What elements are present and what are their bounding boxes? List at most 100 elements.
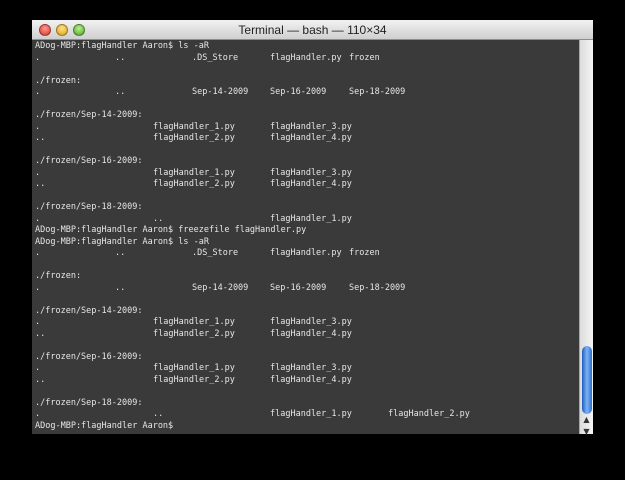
terminal-text: .. [35,133,46,143]
terminal-text: ./frozen/Sep-14-2009: [35,305,143,316]
terminal-text: ADog-MBP:flagHandler Aaron$ ls -aR [35,236,209,247]
terminal-text: . [35,282,41,293]
terminal-line: ... flagHandler_1.py [35,214,579,226]
terminal-text: ./frozen: [35,75,82,86]
terminal-text: flagHandler_1.py [153,121,235,132]
terminal-text: flagHandler.py [270,52,342,63]
terminal-text: . [35,121,41,132]
terminal-line: ... flagHandler_1.py flagHandler_2.py [35,409,579,421]
terminal-line: .. flagHandler_2.py flagHandler_4.py [35,133,579,145]
terminal-line: ./frozen/Sep-16-2009: [35,352,579,364]
terminal-text: flagHandler_4.py [270,179,352,189]
terminal-text: .DS_Store [192,248,239,258]
terminal-text: frozen [349,52,380,63]
terminal-text: . [35,52,41,63]
terminal-line: .. flagHandler_2.py flagHandler_4.py [35,329,579,341]
terminal-text: . [35,317,41,327]
terminal-line: . flagHandler_1.py flagHandler_3.py [35,363,579,375]
terminal-text: flagHandler_2.py [153,179,235,189]
terminal-text: Sep-18-2009 [349,87,406,97]
terminal-text: ./frozen/Sep-18-2009: [35,397,143,408]
terminal-text: flagHandler_1.py [270,409,352,419]
terminal-text: . [35,167,41,178]
terminal-text: flagHandler_3.py [270,363,352,373]
terminal-text: Sep-14-2009 [192,282,249,293]
terminal-line: ... .DS_Store flagHandler.py frozen [35,53,579,65]
terminal-text: flagHandler_4.py [270,374,352,385]
terminal-text: .. [115,282,126,293]
terminal-line: .. flagHandler_2.py flagHandler_4.py [35,179,579,191]
terminal-text: .. [35,374,46,385]
terminal-text: Sep-16-2009 [270,282,327,293]
terminal-text: Sep-14-2009 [192,87,249,97]
terminal-text: ADog-MBP:flagHandler Aaron$ ls -aR [35,41,209,51]
terminal-line: ./frozen/Sep-14-2009: [35,110,579,122]
terminal-text: .. [153,213,164,224]
terminal-line: . flagHandler_1.py flagHandler_3.py [35,122,579,134]
terminal-line: ADog-MBP:flagHandler Aaron$ ls -aR [35,237,579,249]
terminal-text: flagHandler.py [270,248,342,258]
terminal-text: flagHandler_1.py [153,167,235,178]
terminal-text: flagHandler_2.py [388,409,470,419]
terminal-text: flagHandler_2.py [153,374,235,385]
terminal-line: ... Sep-14-2009 Sep-16-2009 Sep-18-2009 [35,283,579,295]
window-title: Terminal — bash — 110×34 [238,23,387,37]
terminal-window: Terminal — bash — 110×34 ADog-MBP:flagHa… [32,20,593,436]
terminal-line: ./frozen: [35,76,579,88]
terminal-line: . flagHandler_1.py flagHandler_3.py [35,168,579,180]
terminal-text: ./frozen/Sep-16-2009: [35,156,143,166]
terminal-text: Sep-16-2009 [270,87,327,97]
terminal-line: . flagHandler_1.py flagHandler_3.py [35,317,579,329]
terminal-line: ... .DS_Store flagHandler.py frozen [35,248,579,260]
title-bar[interactable]: Terminal — bash — 110×34 [32,20,593,40]
vertical-scrollbar[interactable]: ▲ ▼ [579,40,593,436]
terminal-line: ADog-MBP:flagHandler Aaron$ freezefile f… [35,225,579,237]
terminal-text: ADog-MBP:flagHandler Aaron$ freezefile f… [35,225,307,235]
terminal-text: flagHandler_3.py [270,317,352,327]
terminal-line: ADog-MBP:flagHandler Aaron$ [35,421,579,433]
terminal-text: ./frozen: [35,271,82,281]
terminal-text: . [35,363,41,373]
terminal-text: flagHandler_3.py [270,167,352,178]
terminal-text: flagHandler_4.py [270,328,352,339]
terminal-text: flagHandler_2.py [153,133,235,143]
terminal-text: .. [115,87,126,97]
terminal-lines: ADog-MBP:flagHandler Aaron$ ls -aR... .DS… [35,41,579,432]
terminal-text: flagHandler_2.py [153,328,235,339]
terminal-line: ... Sep-14-2009 Sep-16-2009 Sep-18-2009 [35,87,579,99]
terminal-text: . [35,213,41,224]
terminal-text: flagHandler_1.py [270,213,352,224]
terminal-text: . [35,87,41,97]
scroll-down-arrow-icon[interactable]: ▼ [580,426,593,438]
terminal-output[interactable]: ADog-MBP:flagHandler Aaron$ ls -aR... .DS… [32,40,579,434]
terminal-text: ADog-MBP:flagHandler Aaron$ [35,420,174,431]
terminal-text: Sep-18-2009 [349,282,406,293]
terminal-line: ./frozen/Sep-16-2009: [35,156,579,168]
terminal-text: .. [115,248,126,258]
terminal-line: ./frozen/Sep-14-2009: [35,306,579,318]
terminal-text: .. [115,52,126,63]
terminal-line: ./frozen/Sep-18-2009: [35,202,579,214]
terminal-text: .. [35,179,46,189]
terminal-text: .DS_Store [192,52,239,63]
terminal-text: flagHandler_3.py [270,121,352,132]
terminal-text: flagHandler_4.py [270,133,352,143]
terminal-text: flagHandler_1.py [153,317,235,327]
terminal-text: . [35,248,41,258]
terminal-text: frozen [349,248,380,258]
terminal-line: .. flagHandler_2.py flagHandler_4.py [35,375,579,387]
terminal-text: ./frozen/Sep-18-2009: [35,202,143,212]
scroll-up-arrow-icon[interactable]: ▲ [580,414,593,426]
terminal-text: ./frozen/Sep-16-2009: [35,351,143,362]
scroll-thumb[interactable] [582,346,592,414]
terminal-text: ./frozen/Sep-14-2009: [35,110,143,120]
terminal-line: ./frozen/Sep-18-2009: [35,398,579,410]
terminal-line: ./frozen: [35,271,579,283]
terminal-text: .. [153,409,164,419]
